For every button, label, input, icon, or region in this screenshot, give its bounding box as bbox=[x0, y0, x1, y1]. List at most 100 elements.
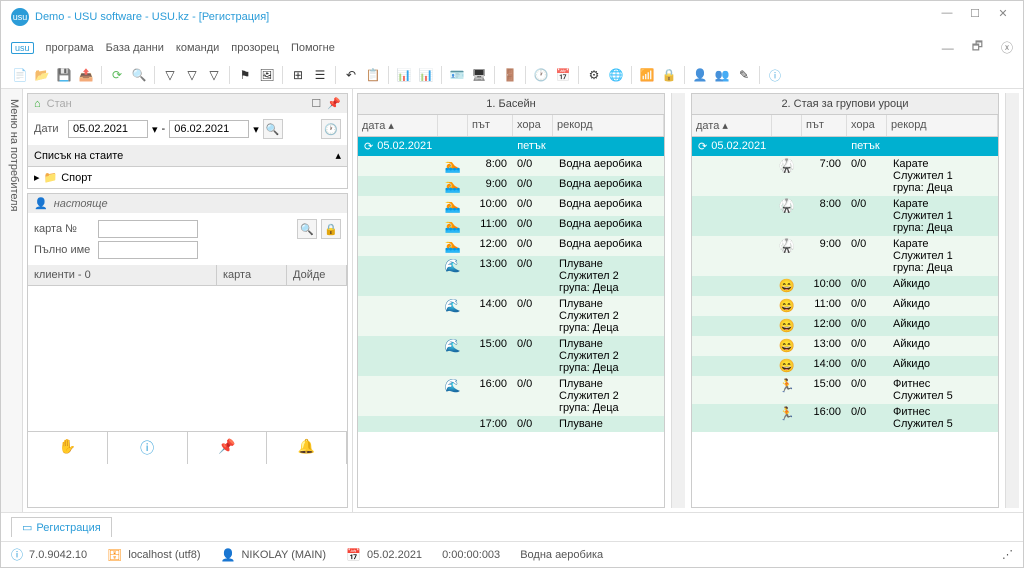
schedule-row[interactable]: 🏊12:000/0Водна аеробика bbox=[358, 236, 664, 256]
doc-tab-registration[interactable]: ▭ Регистрация bbox=[11, 517, 112, 537]
dd2[interactable]: ▾ bbox=[253, 123, 259, 136]
tb-card-icon[interactable]: 🪪 bbox=[448, 66, 466, 84]
tb-export-icon[interactable]: 📤 bbox=[77, 66, 95, 84]
tb-save-icon[interactable]: 💾 bbox=[55, 66, 73, 84]
tb-users-icon[interactable]: 👥 bbox=[713, 66, 731, 84]
tb-image-icon[interactable]: 🖼 bbox=[258, 66, 276, 84]
menu-help[interactable]: Помогне bbox=[291, 42, 335, 54]
tb-search-icon[interactable]: 🔍 bbox=[130, 66, 148, 84]
fullname-input[interactable] bbox=[98, 241, 198, 259]
schedule-row[interactable]: 🌊13:000/0ПлуванеСлужител 2група: Деца bbox=[358, 256, 664, 296]
maximize-button[interactable]: ☐ bbox=[965, 7, 985, 27]
schedule-row[interactable]: 🏃16:000/0ФитнесСлужител 5 bbox=[692, 404, 998, 432]
grip-icon[interactable]: ⋰ bbox=[1002, 548, 1013, 561]
tb-filter3-icon[interactable]: ▽ bbox=[205, 66, 223, 84]
menu-window[interactable]: прозорец bbox=[231, 42, 279, 54]
schedule-row[interactable]: 🥋7:000/0КаратеСлужител 1група: Деца bbox=[692, 156, 998, 196]
mdi-minimize-button[interactable]: — bbox=[942, 41, 954, 55]
schedule-row[interactable]: 🏊10:000/0Водна аеробика bbox=[358, 196, 664, 216]
tb-pencil-icon[interactable]: ✎ bbox=[735, 66, 753, 84]
schedule-row[interactable]: 😄13:000/0Айкидо bbox=[692, 336, 998, 356]
schedule-row[interactable]: 🏊8:000/0Водна аеробика bbox=[358, 156, 664, 176]
tb-refresh-icon[interactable]: ⟳ bbox=[108, 66, 126, 84]
activity-icon: 🥋 bbox=[772, 238, 802, 254]
schedule-row[interactable]: 🌊14:000/0ПлуванеСлужител 2група: Деца bbox=[358, 296, 664, 336]
col-time2[interactable]: път bbox=[802, 115, 847, 136]
tb-info-icon[interactable]: ⓘ bbox=[766, 66, 784, 84]
schedule-row[interactable]: 🏊9:000/0Водна аеробика bbox=[358, 176, 664, 196]
time-cell: 16:00 bbox=[802, 406, 847, 418]
schedule-row[interactable]: 🌊16:000/0ПлуванеСлужител 2група: Деца bbox=[358, 376, 664, 416]
col-record2[interactable]: рекорд bbox=[887, 115, 998, 136]
tab-info[interactable]: ⓘ bbox=[108, 432, 188, 464]
date-search-button[interactable]: 🔍 bbox=[263, 119, 283, 139]
tb-new-icon[interactable]: 📄 bbox=[11, 66, 29, 84]
tb-xlsx-icon[interactable]: 📊 bbox=[417, 66, 435, 84]
close-button[interactable]: ✕ bbox=[993, 7, 1013, 27]
col-record[interactable]: рекорд bbox=[553, 115, 664, 136]
minimize-button[interactable]: — bbox=[937, 7, 957, 27]
col-people2[interactable]: хора bbox=[847, 115, 887, 136]
home-icon[interactable]: ⌂ bbox=[34, 98, 41, 110]
date-from-input[interactable] bbox=[68, 120, 148, 138]
tb-list-icon[interactable]: ☰ bbox=[311, 66, 329, 84]
card-col[interactable]: карта bbox=[217, 265, 287, 285]
tb-filter2-icon[interactable]: ▽ bbox=[183, 66, 201, 84]
card-lock-button[interactable]: 🔒 bbox=[321, 219, 341, 239]
menu-database[interactable]: База данни bbox=[106, 42, 164, 54]
tb-filter-icon[interactable]: ▽ bbox=[161, 66, 179, 84]
schedule-row[interactable]: 🥋8:000/0КаратеСлужител 1група: Деца bbox=[692, 196, 998, 236]
came-col[interactable]: Дойде bbox=[287, 265, 347, 285]
mdi-restore-button[interactable]: 🗗 bbox=[972, 37, 983, 58]
user-menu-sidebar[interactable]: Меню на потребителя bbox=[1, 89, 23, 512]
date-row[interactable]: ⟳05.02.2021петък bbox=[358, 137, 664, 156]
card-search-button[interactable]: 🔍 bbox=[297, 219, 317, 239]
schedule-row[interactable]: 😄12:000/0Айкидо bbox=[692, 316, 998, 336]
tb-user-icon[interactable]: 👤 bbox=[691, 66, 709, 84]
tb-screen-icon[interactable]: 🖥 bbox=[470, 66, 488, 84]
clients-col[interactable]: клиенти - 0 bbox=[28, 265, 217, 285]
date-clock-button[interactable]: 🕐 bbox=[321, 119, 341, 139]
schedule-row[interactable]: 🌊15:000/0ПлуванеСлужител 2група: Деца bbox=[358, 336, 664, 376]
tb-globe-icon[interactable]: 🌐 bbox=[607, 66, 625, 84]
date-to-input[interactable] bbox=[169, 120, 249, 138]
date-row[interactable]: ⟳05.02.2021петък bbox=[692, 137, 998, 156]
schedule-row[interactable]: 🏃15:000/0ФитнесСлужител 5 bbox=[692, 376, 998, 404]
tb-gear-icon[interactable]: ⚙ bbox=[585, 66, 603, 84]
tb-door-icon[interactable]: 🚪 bbox=[501, 66, 519, 84]
tb-rss-icon[interactable]: 📶 bbox=[638, 66, 656, 84]
col-time[interactable]: път bbox=[468, 115, 513, 136]
col-date2[interactable]: дата ▴ bbox=[692, 115, 772, 136]
tb-grid-icon[interactable]: ⊞ bbox=[289, 66, 307, 84]
schedule-row[interactable]: 17:000/0Плуване bbox=[358, 416, 664, 432]
rooms-dd[interactable]: ▴ bbox=[335, 149, 341, 162]
tab-hand[interactable]: ✋ bbox=[28, 432, 108, 464]
tb-xls-icon[interactable]: 📊 bbox=[395, 66, 413, 84]
col-date[interactable]: дата ▴ bbox=[358, 115, 438, 136]
menu-commands[interactable]: команди bbox=[176, 42, 219, 54]
dd1[interactable]: ▾ bbox=[152, 123, 158, 136]
schedule-row[interactable]: 🏊11:000/0Водна аеробика bbox=[358, 216, 664, 236]
tb-cal-icon[interactable]: 📅 bbox=[554, 66, 572, 84]
panel-pin-icon[interactable]: 📌 bbox=[327, 97, 341, 110]
schedule-row[interactable]: 🥋9:000/0КаратеСлужител 1група: Деца bbox=[692, 236, 998, 276]
tb-clock-icon[interactable]: 🕐 bbox=[532, 66, 550, 84]
tb-open-icon[interactable]: 📂 bbox=[33, 66, 51, 84]
tab-pin[interactable]: 📌 bbox=[188, 432, 268, 464]
tab-bell[interactable]: 🔔 bbox=[267, 432, 347, 464]
scroll1[interactable] bbox=[671, 93, 685, 508]
col-people[interactable]: хора bbox=[513, 115, 553, 136]
tb-undo-icon[interactable]: ↶ bbox=[342, 66, 360, 84]
schedule-row[interactable]: 😄14:000/0Айкидо bbox=[692, 356, 998, 376]
tb-lock-icon[interactable]: 🔒 bbox=[660, 66, 678, 84]
schedule-row[interactable]: 😄10:000/0Айкидо bbox=[692, 276, 998, 296]
tb-copy-icon[interactable]: 📋 bbox=[364, 66, 382, 84]
scroll2[interactable] bbox=[1005, 93, 1019, 508]
menu-program[interactable]: програма bbox=[46, 42, 94, 54]
mdi-close-button[interactable]: ⓧ bbox=[1001, 39, 1013, 56]
room-item-sport[interactable]: ▸ 📁 Спорт bbox=[28, 167, 347, 188]
tb-flag-icon[interactable]: ⚑ bbox=[236, 66, 254, 84]
panel-min-icon[interactable]: ☐ bbox=[311, 97, 321, 110]
card-input[interactable] bbox=[98, 220, 198, 238]
schedule-row[interactable]: 😄11:000/0Айкидо bbox=[692, 296, 998, 316]
